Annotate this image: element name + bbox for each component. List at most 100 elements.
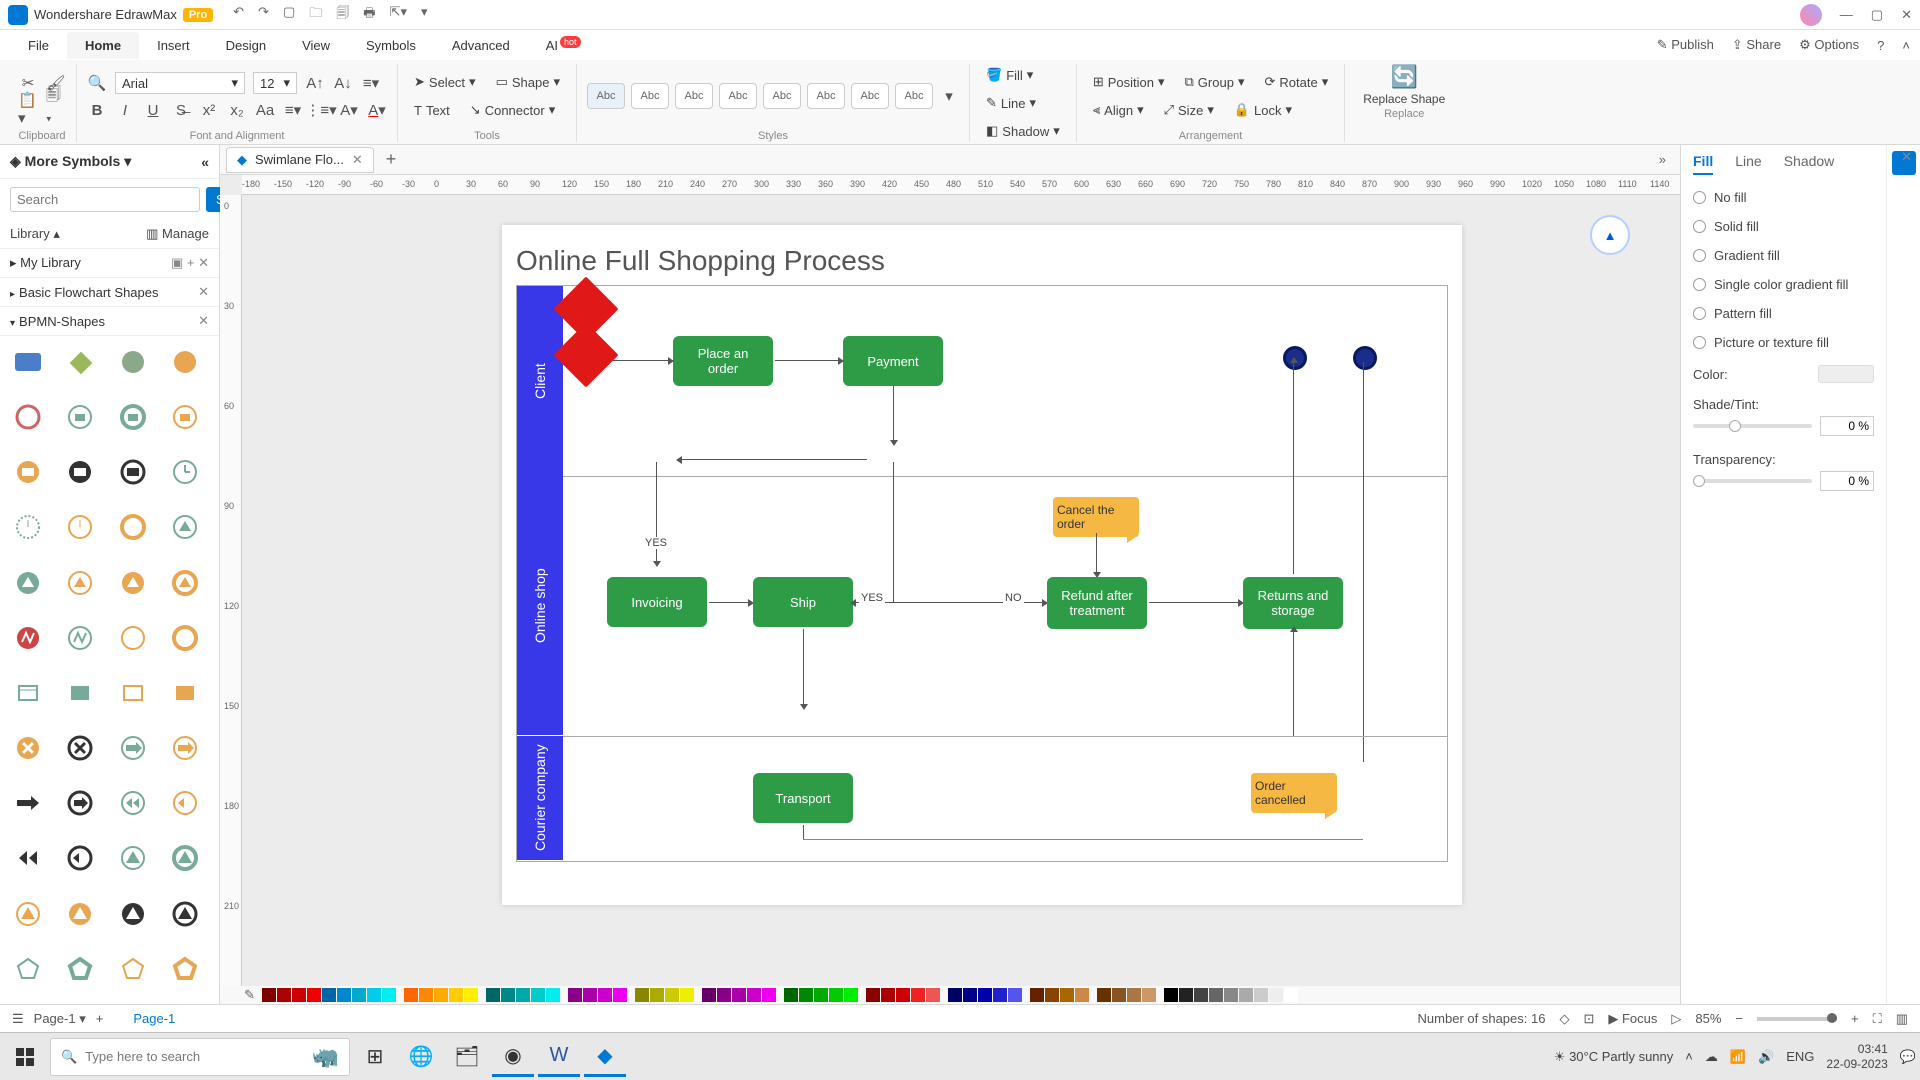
color-swatch[interactable] xyxy=(1112,988,1126,1002)
shape-pentagon4-icon[interactable] xyxy=(167,951,203,987)
menu-file[interactable]: File xyxy=(10,32,67,59)
color-swatch[interactable] xyxy=(277,988,291,1002)
shape-envelope-icon[interactable] xyxy=(10,454,46,490)
eyedropper-icon[interactable]: ✎ xyxy=(244,987,255,1003)
font-family-select[interactable]: Arial▾ xyxy=(115,72,245,94)
color-swatch[interactable] xyxy=(1097,988,1111,1002)
shape-envelope-ring-icon[interactable] xyxy=(115,454,151,490)
color-swatch[interactable] xyxy=(1090,988,1096,1002)
taskbar-search[interactable]: 🔍Type here to search🦏 xyxy=(50,1038,350,1076)
lane-header-shop[interactable]: Online shop xyxy=(517,476,563,736)
color-swatch[interactable] xyxy=(583,988,597,1002)
underline-icon[interactable]: U xyxy=(143,100,163,120)
lane-body[interactable]: Place an order Payment xyxy=(563,286,1447,476)
node-returns[interactable]: Returns and storage xyxy=(1243,577,1343,629)
font-search-icon[interactable]: 🔍 xyxy=(87,73,107,93)
tab-line[interactable]: Line xyxy=(1735,153,1761,175)
shape-cancel-icon[interactable] xyxy=(10,730,46,766)
case-icon[interactable]: Aa xyxy=(255,100,275,120)
wifi-icon[interactable]: 📶 xyxy=(1730,1049,1746,1065)
font-color-icon[interactable]: A▾ xyxy=(367,100,387,120)
color-swatch[interactable] xyxy=(434,988,448,1002)
color-swatch[interactable] xyxy=(829,988,843,1002)
note-cancel-order[interactable]: Cancel the order xyxy=(1053,497,1139,537)
color-swatch[interactable] xyxy=(896,988,910,1002)
open-icon[interactable]: 🗀 xyxy=(309,4,322,26)
color-swatch[interactable] xyxy=(322,988,336,1002)
color-swatch[interactable] xyxy=(963,988,977,1002)
tray-up-icon[interactable]: ˄ xyxy=(1685,1049,1693,1064)
color-swatch[interactable] xyxy=(561,988,567,1002)
color-swatch[interactable] xyxy=(516,988,530,1002)
zoom-out-button[interactable]: − xyxy=(1735,1011,1743,1026)
color-swatch[interactable] xyxy=(859,988,865,1002)
color-swatch[interactable] xyxy=(1023,988,1029,1002)
shape-link2-icon[interactable] xyxy=(167,730,203,766)
highlight-icon[interactable]: A▾ xyxy=(339,100,359,120)
fill-button[interactable]: 🪣 Fill ▾ xyxy=(980,64,1066,86)
color-swatch[interactable] xyxy=(479,988,485,1002)
transparency-slider[interactable] xyxy=(1693,479,1812,483)
zoom-slider[interactable] xyxy=(1757,1017,1837,1021)
shape-pentagon-icon[interactable] xyxy=(10,951,46,987)
collapse-panel-icon[interactable]: « xyxy=(201,154,209,170)
shape-error3-icon[interactable] xyxy=(115,620,151,656)
edge[interactable] xyxy=(803,839,1363,840)
weather-widget[interactable]: ☀ 30°C Partly sunny xyxy=(1554,1049,1673,1065)
start-button[interactable] xyxy=(4,1037,46,1077)
word-app-icon[interactable]: W xyxy=(538,1037,580,1077)
edrawmax-app-icon[interactable]: ◆ xyxy=(584,1037,626,1077)
color-swatch[interactable] xyxy=(613,988,627,1002)
presentation-icon[interactable]: ▷ xyxy=(1671,1011,1681,1027)
menu-home[interactable]: Home xyxy=(67,32,139,59)
menu-ai[interactable]: AIhot xyxy=(528,32,599,59)
shape-timer-icon[interactable] xyxy=(167,454,203,490)
color-swatch[interactable] xyxy=(993,988,1007,1002)
node-payment[interactable]: Payment xyxy=(843,336,943,386)
help-icon[interactable]: ? xyxy=(1877,38,1884,53)
bpmn-section[interactable]: ▾BPMN-Shapes ✕ xyxy=(0,307,219,336)
close-button[interactable]: ✕ xyxy=(1901,7,1912,23)
menu-design[interactable]: Design xyxy=(208,32,284,59)
lane-body[interactable]: Transport Order cancelled xyxy=(563,736,1447,861)
shape-tri-ring-icon[interactable] xyxy=(167,896,203,932)
color-swatch[interactable] xyxy=(777,988,783,1002)
shape-data3-icon[interactable] xyxy=(115,675,151,711)
color-swatch[interactable] xyxy=(844,988,858,1002)
select-tool-button[interactable]: ➤ Select ▾ xyxy=(408,71,482,93)
color-swatch[interactable] xyxy=(717,988,731,1002)
end-event-2-icon[interactable] xyxy=(1353,346,1377,370)
fill-option-none[interactable]: No fill xyxy=(1693,183,1874,212)
color-swatch[interactable] xyxy=(568,988,582,1002)
edge[interactable] xyxy=(709,602,749,603)
color-swatch[interactable] xyxy=(762,988,776,1002)
shape-message2-icon[interactable] xyxy=(115,399,151,435)
color-swatch[interactable] xyxy=(1060,988,1074,1002)
menu-advanced[interactable]: Advanced xyxy=(434,32,528,59)
menu-view[interactable]: View xyxy=(284,32,348,59)
color-swatch[interactable] xyxy=(352,988,366,1002)
shape-tool-button[interactable]: ▭ Shape ▾ xyxy=(490,71,566,93)
font-size-select[interactable]: 12▾ xyxy=(253,72,297,94)
color-swatch[interactable] xyxy=(337,988,351,1002)
shape-envelope-dark-icon[interactable] xyxy=(62,454,98,490)
color-swatch[interactable] xyxy=(948,988,962,1002)
edge[interactable] xyxy=(1363,362,1364,762)
zoom-in-button[interactable]: + xyxy=(1851,1011,1859,1026)
replace-shape-button[interactable]: 🔄 Replace Shape xyxy=(1355,64,1453,106)
onedrive-icon[interactable]: ☁ xyxy=(1705,1049,1718,1065)
color-swatch[interactable] xyxy=(1075,988,1089,1002)
shape-timer2-icon[interactable] xyxy=(10,509,46,545)
shape-rewind2-icon[interactable] xyxy=(167,785,203,821)
edge-app-icon[interactable]: 🌐 xyxy=(400,1037,442,1077)
line-spacing-icon[interactable]: ≡▾ xyxy=(283,100,303,120)
clock[interactable]: 03:4122-09-2023 xyxy=(1826,1042,1887,1071)
edge[interactable] xyxy=(1096,533,1097,573)
shade-slider[interactable] xyxy=(1693,424,1812,428)
color-swatch[interactable] xyxy=(1818,365,1874,383)
print-icon[interactable]: 🖶 xyxy=(363,4,375,26)
color-swatch[interactable] xyxy=(1179,988,1193,1002)
color-swatch[interactable] xyxy=(814,988,828,1002)
fill-option-gradient[interactable]: Gradient fill xyxy=(1693,241,1874,270)
shape-event-icon[interactable] xyxy=(115,344,151,380)
